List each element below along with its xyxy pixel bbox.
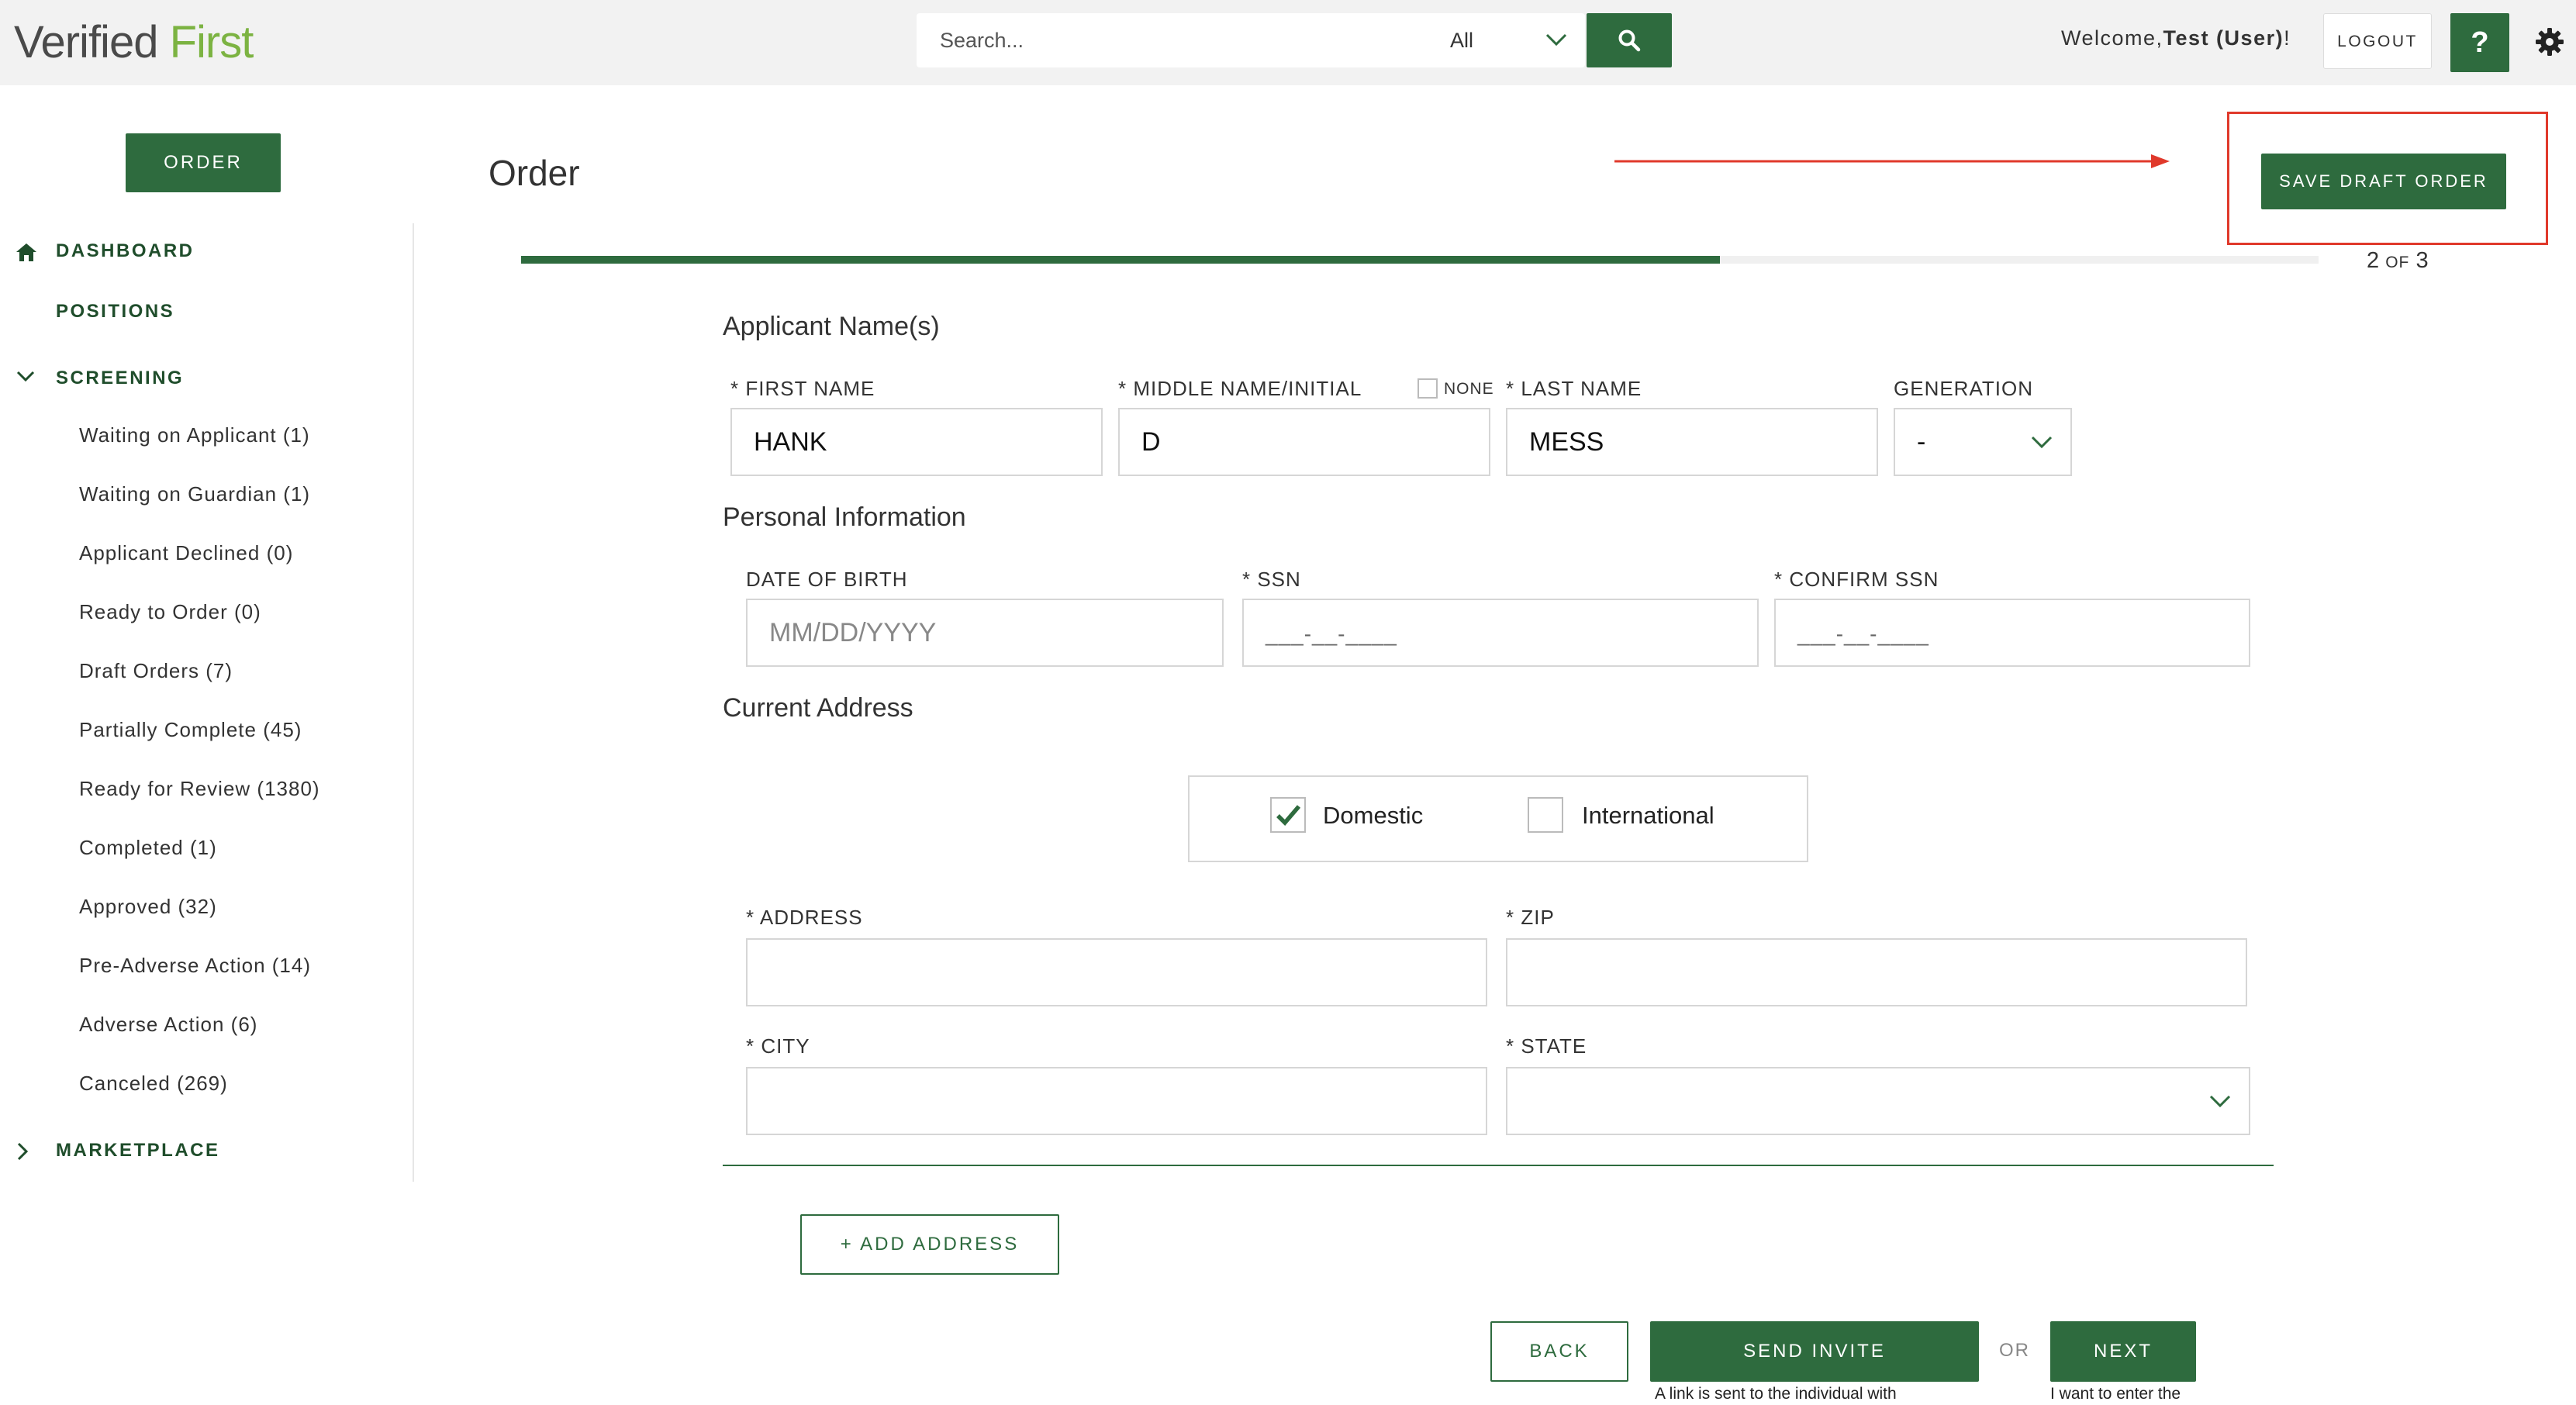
section-divider [723, 1165, 2274, 1166]
chevron-down-icon [2209, 1095, 2231, 1108]
sidebar-item-screening[interactable]: SCREENING [56, 368, 184, 389]
generation-label: GENERATION [1894, 377, 2033, 400]
progress-current: 2 [2367, 248, 2380, 273]
progress-of: OF [2385, 254, 2410, 271]
sidebar-item-positions[interactable]: POSITIONS [56, 301, 174, 323]
home-icon [16, 243, 36, 261]
arrow-right-icon [1614, 154, 2170, 168]
welcome-user: Test (User) [2163, 26, 2284, 50]
gear-icon[interactable] [2534, 26, 2565, 57]
search-button[interactable] [1587, 13, 1672, 67]
first-name-field[interactable]: HANK [730, 408, 1103, 476]
last-name-label: * LAST NAME [1506, 377, 1642, 400]
section-title-personal-information: Personal Information [723, 502, 966, 532]
sidebar-item-canceled[interactable]: Canceled (269) [79, 1072, 228, 1096]
sidebar-item-ready-to-order[interactable]: Ready to Order (0) [79, 600, 261, 624]
middle-name-none-label: NONE [1444, 380, 1494, 398]
sidebar-item-pre-adverse-action[interactable]: Pre-Adverse Action (14) [79, 954, 311, 978]
sidebar-item-waiting-on-applicant[interactable]: Waiting on Applicant (1) [79, 423, 310, 447]
address-label: * ADDRESS [746, 906, 863, 929]
city-label: * CITY [746, 1034, 810, 1058]
next-button[interactable]: NEXT [2050, 1321, 2196, 1382]
top-bar: Verified First All Welcome,Test (User)! … [0, 0, 2576, 85]
logo-text-verified: Verified [14, 17, 158, 67]
logo-text-first: First [169, 17, 254, 67]
back-button[interactable]: BACK [1490, 1321, 1628, 1382]
chevron-down-icon [2031, 436, 2053, 449]
progress-bar-fill [521, 256, 1721, 264]
welcome-prefix: Welcome, [2061, 26, 2163, 50]
search-icon [1618, 29, 1641, 52]
chevron-right-icon[interactable] [16, 1141, 29, 1162]
save-draft-order-button[interactable]: SAVE DRAFT ORDER [2261, 154, 2506, 209]
sidebar-item-marketplace[interactable]: MARKETPLACE [56, 1140, 220, 1162]
confirm-ssn-field[interactable]: ___-__-____ [1774, 599, 2250, 667]
send-invite-hint: A link is sent to the individual with [1655, 1385, 1897, 1403]
dob-label: DATE OF BIRTH [746, 568, 908, 591]
logo[interactable]: Verified First [14, 16, 254, 70]
or-separator: OR [1999, 1340, 2030, 1361]
sidebar-item-partially-complete[interactable]: Partially Complete (45) [79, 718, 302, 742]
sidebar-item-adverse-action[interactable]: Adverse Action (6) [79, 1013, 257, 1037]
sidebar-item-dashboard[interactable]: DASHBOARD [56, 240, 195, 262]
sidebar-item-applicant-declined[interactable]: Applicant Declined (0) [79, 541, 293, 565]
welcome-suffix: ! [2284, 26, 2291, 50]
welcome-message: Welcome,Test (User)! [2061, 26, 2291, 50]
ssn-label: * SSN [1242, 568, 1301, 591]
send-invite-button[interactable]: SEND INVITE [1650, 1321, 1979, 1382]
ssn-mask: ___-__-____ [1266, 622, 1397, 646]
middle-name-field[interactable]: D [1118, 408, 1490, 476]
state-label: * STATE [1506, 1034, 1587, 1058]
city-field[interactable] [746, 1067, 1487, 1135]
sidebar-item-ready-for-review[interactable]: Ready for Review (1380) [79, 777, 320, 801]
address-field[interactable] [746, 938, 1487, 1006]
help-button[interactable]: ? [2450, 13, 2509, 72]
sidebar-item-waiting-on-guardian[interactable]: Waiting on Guardian (1) [79, 482, 310, 506]
section-title-current-address: Current Address [723, 693, 913, 723]
add-address-button[interactable]: + ADD ADDRESS [800, 1214, 1059, 1275]
search-scope-select[interactable]: All [1445, 13, 1585, 67]
chevron-down-icon [1545, 33, 1567, 47]
dob-placeholder: MM/DD/YYYY [769, 618, 937, 647]
generation-value: - [1917, 427, 1926, 457]
domestic-checkbox[interactable] [1270, 797, 1306, 833]
next-hint: I want to enter the [2050, 1385, 2181, 1403]
middle-name-none-checkbox[interactable] [1417, 378, 1438, 399]
confirm-ssn-label: * CONFIRM SSN [1774, 568, 1939, 591]
ssn-field[interactable]: ___-__-____ [1242, 599, 1759, 667]
zip-label: * ZIP [1506, 906, 1555, 929]
international-label: International [1582, 802, 1714, 829]
international-checkbox[interactable] [1528, 797, 1563, 833]
sidebar-item-approved[interactable]: Approved (32) [79, 895, 217, 919]
search-scope-value: All [1450, 29, 1474, 52]
first-name-label: * FIRST NAME [730, 377, 875, 400]
chevron-down-icon[interactable] [16, 369, 36, 383]
last-name-field[interactable]: MESS [1506, 408, 1878, 476]
middle-name-label: * MIDDLE NAME/INITIAL [1118, 377, 1362, 400]
logout-button[interactable]: LOGOUT [2323, 13, 2432, 69]
search-input[interactable] [917, 13, 1421, 67]
progress-label: 2 OF 3 [2367, 248, 2429, 274]
sidebar-item-completed[interactable]: Completed (1) [79, 836, 217, 860]
order-button[interactable]: ORDER [126, 133, 281, 192]
progress-total: 3 [2415, 248, 2429, 273]
page-title: Order [489, 153, 580, 193]
sidebar-divider [413, 223, 414, 1182]
confirm-ssn-mask: ___-__-____ [1797, 622, 1929, 646]
checkmark-icon [1276, 805, 1301, 827]
dob-field[interactable]: MM/DD/YYYY [746, 599, 1224, 667]
state-select[interactable] [1506, 1067, 2250, 1135]
zip-field[interactable] [1506, 938, 2247, 1006]
sidebar-item-draft-orders[interactable]: Draft Orders (7) [79, 659, 233, 683]
domestic-label: Domestic [1323, 802, 1424, 829]
section-title-applicant-names: Applicant Name(s) [723, 312, 940, 341]
progress-bar [521, 256, 2319, 264]
